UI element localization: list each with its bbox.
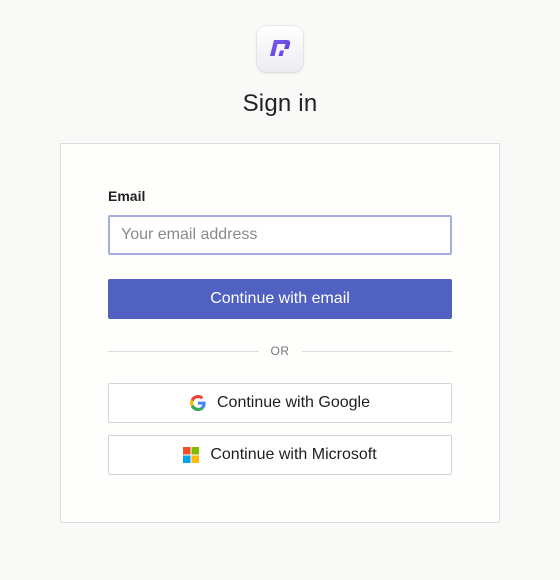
or-divider: OR — [108, 342, 452, 360]
page-title: Sign in — [242, 90, 318, 117]
divider-text: OR — [270, 344, 290, 358]
continue-with-email-button[interactable]: Continue with email — [108, 279, 452, 319]
divider-line-left — [108, 350, 259, 352]
email-field[interactable] — [108, 215, 452, 255]
continue-with-email-label: Continue with email — [210, 290, 350, 307]
divider-line-right — [301, 350, 452, 352]
google-icon — [190, 395, 206, 411]
continue-with-microsoft-label: Continue with Microsoft — [210, 446, 377, 463]
continue-with-microsoft-button[interactable]: Continue with Microsoft — [108, 435, 452, 475]
app-logo — [257, 26, 303, 72]
app-logo-icon — [265, 32, 295, 67]
microsoft-icon — [183, 447, 200, 463]
continue-with-google-label: Continue with Google — [217, 394, 370, 411]
email-label: Email — [108, 188, 146, 204]
sign-in-card: Email Continue with email OR Continue wi… — [60, 143, 500, 523]
continue-with-google-button[interactable]: Continue with Google — [108, 383, 452, 423]
